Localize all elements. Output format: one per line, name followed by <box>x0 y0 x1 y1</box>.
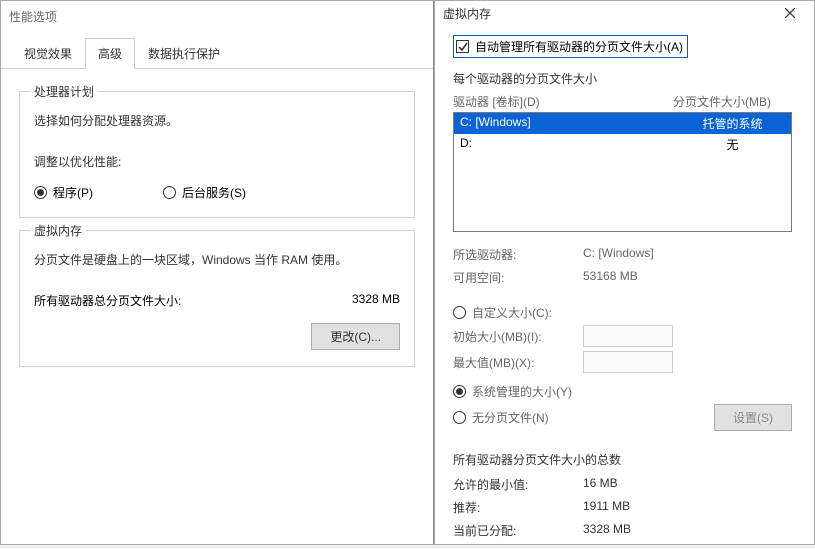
performance-options-dialog: 性能选项 视觉效果 高级 数据执行保护 处理器计划 选择如何分配处理器资源。 调… <box>0 0 434 545</box>
virtual-memory-dialog: 虚拟内存 自动管理所有驱动器的分页文件大小(A) 每个驱动器的分页文件大小 驱动… <box>434 0 815 545</box>
col-drive: 驱动器 [卷标](D) <box>453 93 673 110</box>
drive-label: C: [Windows] <box>460 115 680 132</box>
set-button[interactable]: 设置(S) <box>714 404 792 431</box>
vm-dialog-content: 自动管理所有驱动器的分页文件大小(A) 每个驱动器的分页文件大小 驱动器 [卷标… <box>435 25 814 549</box>
min-row: 允许的最小值: 16 MB <box>453 476 792 493</box>
initial-size-label: 初始大小(MB)(I): <box>453 328 583 345</box>
drive-label: D: <box>460 136 680 153</box>
tab-visual-effects[interactable]: 视觉效果 <box>11 38 85 69</box>
radio-services[interactable]: 后台服务(S) <box>163 184 246 201</box>
radio-no-paging[interactable]: 无分页文件(N) <box>472 409 714 426</box>
virtual-memory-group: 虚拟内存 分页文件是硬盘上的一块区域，Windows 当作 RAM 使用。 所有… <box>19 230 415 367</box>
tab-content: 处理器计划 选择如何分配处理器资源。 调整以优化性能: 程序(P) 后台服务(S… <box>1 69 433 377</box>
window-title: 性能选项 <box>9 8 425 25</box>
max-size-row: 最大值(MB)(X): <box>453 351 792 373</box>
initial-size-input[interactable] <box>583 325 673 347</box>
free-space-value: 53168 MB <box>583 269 638 286</box>
max-size-label: 最大值(MB)(X): <box>453 354 583 371</box>
optimize-label: 调整以优化性能: <box>34 153 400 170</box>
radio-programs-label: 程序(P) <box>53 184 93 201</box>
min-value: 16 MB <box>583 476 618 493</box>
group-title: 虚拟内存 <box>30 222 86 239</box>
titlebar: 虚拟内存 <box>435 1 814 25</box>
close-button[interactable] <box>774 1 806 25</box>
cur-value: 3328 MB <box>583 522 631 539</box>
processor-scheduling-group: 处理器计划 选择如何分配处理器资源。 调整以优化性能: 程序(P) 后台服务(S… <box>19 91 415 218</box>
totals-title: 所有驱动器分页文件大小的总数 <box>453 451 792 468</box>
tab-advanced[interactable]: 高级 <box>85 38 135 69</box>
vm-total-value: 3328 MB <box>352 292 400 309</box>
rec-label: 推荐: <box>453 499 583 516</box>
radio-custom-size[interactable]: 自定义大小(C): <box>453 304 792 321</box>
max-size-input[interactable] <box>583 351 673 373</box>
tab-dep[interactable]: 数据执行保护 <box>135 38 233 69</box>
radio-services-label: 后台服务(S) <box>182 184 246 201</box>
tabs: 视觉效果 高级 数据执行保护 <box>1 37 433 69</box>
drive-row[interactable]: D: 无 <box>454 134 791 155</box>
drive-size: 无 <box>680 136 785 153</box>
titlebar: 性能选项 <box>1 1 433 31</box>
cur-label: 当前已分配: <box>453 522 583 539</box>
drive-size: 托管的系统 <box>680 115 785 132</box>
window-title: 虚拟内存 <box>443 5 774 22</box>
totals-section: 所有驱动器分页文件大小的总数 允许的最小值: 16 MB 推荐: 1911 MB… <box>453 451 792 539</box>
free-space-row: 可用空间: 53168 MB <box>453 269 792 286</box>
initial-size-row: 初始大小(MB)(I): <box>453 325 792 347</box>
selected-drive-label: 所选驱动器: <box>453 246 583 263</box>
radio-programs[interactable]: 程序(P) <box>34 184 93 201</box>
each-drive-title: 每个驱动器的分页文件大小 <box>453 70 792 87</box>
radio-dot-icon <box>453 411 466 424</box>
optimize-radios: 程序(P) 后台服务(S) <box>34 184 400 201</box>
radio-dot-icon <box>453 306 466 319</box>
vm-total-label: 所有驱动器总分页文件大小: <box>34 292 352 309</box>
checkbox-icon <box>456 40 469 53</box>
change-button[interactable]: 更改(C)... <box>311 323 400 350</box>
size-options: 自定义大小(C): 初始大小(MB)(I): 最大值(MB)(X): 系统管理的… <box>453 304 792 431</box>
close-icon <box>785 8 795 18</box>
auto-manage-checkbox[interactable]: 自动管理所有驱动器的分页文件大小(A) <box>453 35 688 58</box>
vm-desc: 分页文件是硬盘上的一块区域，Windows 当作 RAM 使用。 <box>34 251 400 268</box>
radio-dot-icon <box>163 186 176 199</box>
selected-drive-row: 所选驱动器: C: [Windows] <box>453 246 792 263</box>
min-label: 允许的最小值: <box>453 476 583 493</box>
proc-desc: 选择如何分配处理器资源。 <box>34 112 400 129</box>
cur-row: 当前已分配: 3328 MB <box>453 522 792 539</box>
vm-total-row: 所有驱动器总分页文件大小: 3328 MB <box>34 292 400 309</box>
radio-system-managed[interactable]: 系统管理的大小(Y) <box>453 383 792 400</box>
selected-drive-value: C: [Windows] <box>583 246 654 263</box>
radio-dot-icon <box>34 186 47 199</box>
rec-value: 1911 MB <box>583 499 630 516</box>
drive-list[interactable]: C: [Windows] 托管的系统 D: 无 <box>453 112 792 232</box>
custom-size-label: 自定义大小(C): <box>472 304 602 321</box>
radio-no-paging-row: 无分页文件(N) 设置(S) <box>453 404 792 431</box>
auto-manage-label: 自动管理所有驱动器的分页文件大小(A) <box>475 38 683 55</box>
drive-list-header: 驱动器 [卷标](D) 分页文件大小(MB) <box>453 93 792 110</box>
free-space-label: 可用空间: <box>453 269 583 286</box>
system-managed-label: 系统管理的大小(Y) <box>472 383 572 400</box>
radio-dot-icon <box>453 385 466 398</box>
drive-row[interactable]: C: [Windows] 托管的系统 <box>454 113 791 134</box>
col-size: 分页文件大小(MB) <box>673 93 792 110</box>
rec-row: 推荐: 1911 MB <box>453 499 792 516</box>
group-title: 处理器计划 <box>30 83 98 100</box>
